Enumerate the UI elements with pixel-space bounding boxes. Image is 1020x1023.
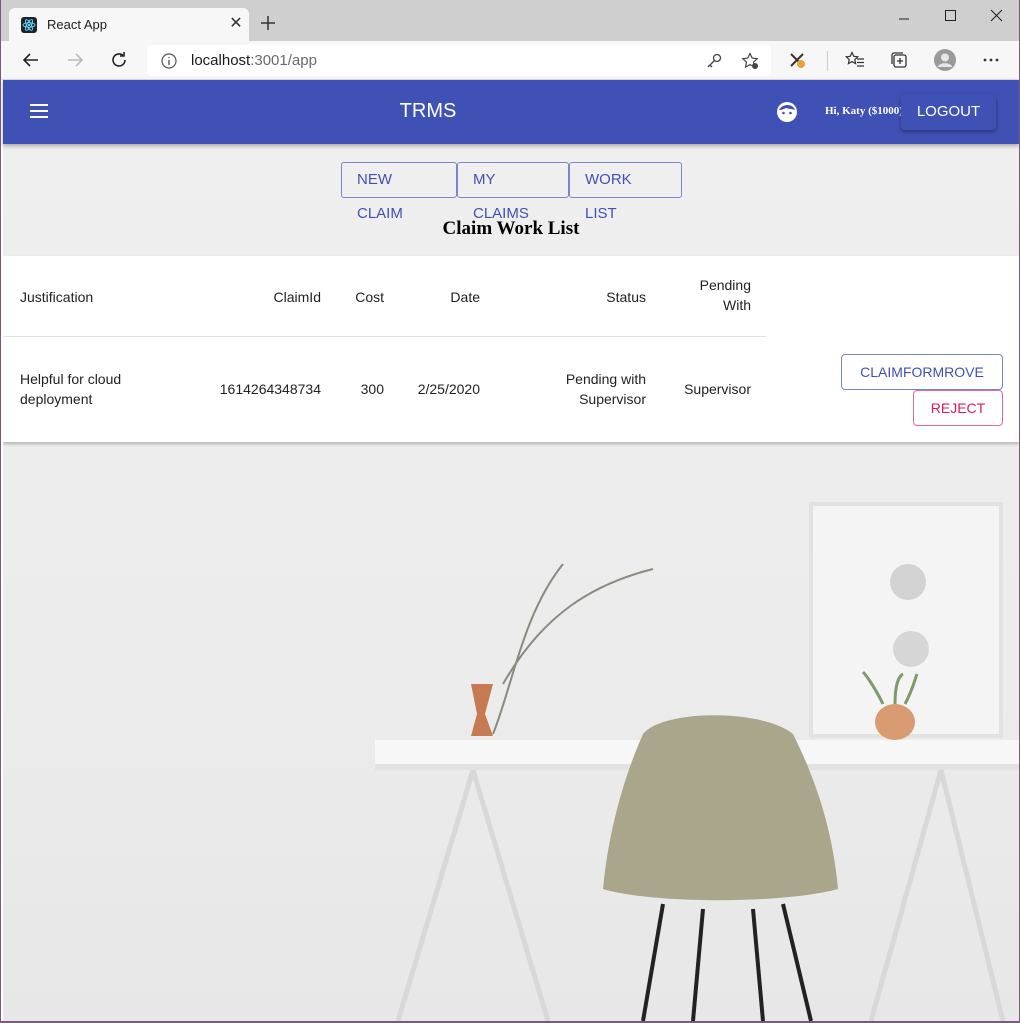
favorites-icon[interactable] (844, 50, 865, 70)
hamburger-menu-icon[interactable] (29, 102, 49, 120)
cell-status-line2: Supervisor (579, 391, 646, 407)
browser-window: React App ✕ localhost:3001/app TRMS Hi, … (1, 0, 1019, 1021)
minimize-icon[interactable] (881, 4, 927, 28)
column-header-pending-line1: Pending (699, 277, 751, 293)
cell-status: Pending with Supervisor (533, 369, 646, 409)
react-logo-icon (21, 17, 37, 33)
cell-status-line1: Pending with (565, 371, 646, 387)
tab-title: React App (47, 17, 107, 32)
reject-claim-button[interactable]: REJECT (913, 390, 1003, 426)
page-content: NEW CLAIM MY CLAIMS WORK LIST Claim Work… (3, 144, 1019, 1021)
column-header-cost: Cost (355, 289, 384, 305)
extension-icon[interactable] (787, 50, 807, 70)
key-icon[interactable] (705, 52, 723, 70)
cell-cost: 300 (360, 381, 384, 397)
cell-justification: Helpful for cloud deployment (20, 369, 121, 409)
my-claims-button[interactable]: MY CLAIMS (457, 162, 569, 222)
tab-close-icon[interactable]: ✕ (227, 15, 245, 33)
url-text[interactable]: localhost:3001/app (191, 52, 317, 69)
browser-tab[interactable]: React App ✕ (9, 8, 249, 41)
new-tab-icon[interactable] (257, 12, 279, 34)
cell-justification-line2: deployment (20, 391, 93, 407)
tab-bar: React App ✕ (1, 0, 1019, 41)
user-greeting: Hi, Katy ($1000) (825, 105, 903, 117)
claims-table: Justification ClaimId Cost Date Status P… (3, 256, 1019, 442)
add-favorite-icon[interactable] (741, 52, 759, 70)
maximize-icon[interactable] (927, 4, 973, 28)
nav-button-group: NEW CLAIM MY CLAIMS WORK LIST (341, 162, 682, 222)
page-title: Claim Work List (442, 218, 580, 239)
profile-avatar[interactable] (933, 48, 957, 72)
forward-icon[interactable] (65, 50, 85, 70)
column-header-date: Date (450, 289, 480, 305)
column-header-justification: Justification (20, 289, 94, 305)
cell-justification-line1: Helpful for cloud (20, 371, 122, 387)
column-header-pending-line2: With (723, 297, 751, 313)
cell-claimid: 1614264348734 (219, 381, 321, 397)
browser-toolbar: localhost:3001/app (1, 41, 1019, 80)
url-path: :3001/app (250, 52, 317, 69)
info-icon[interactable] (161, 53, 177, 69)
back-icon[interactable] (21, 50, 41, 70)
header-divider (3, 336, 766, 337)
collections-icon[interactable] (889, 50, 909, 70)
app-title: TRMS (399, 100, 457, 122)
cell-pending-with: Supervisor (684, 381, 751, 397)
column-header-status: Status (606, 289, 646, 305)
url-host: localhost (191, 52, 251, 69)
refresh-icon[interactable] (109, 50, 129, 70)
work-list-button[interactable]: WORK LIST (569, 162, 682, 222)
app-header: TRMS Hi, Katy ($1000) LOGOUT (3, 80, 1019, 144)
user-face-icon[interactable] (776, 101, 798, 123)
window-close-icon[interactable] (973, 4, 1019, 28)
toolbar-separator (827, 51, 828, 71)
more-options-icon[interactable] (981, 50, 1001, 70)
new-claim-button[interactable]: NEW CLAIM (341, 162, 457, 222)
column-header-pending-with: Pending With (663, 275, 751, 315)
cell-date: 2/25/2020 (417, 381, 480, 397)
address-bar[interactable]: localhost:3001/app (147, 45, 771, 76)
logout-button[interactable]: LOGOUT (901, 94, 996, 130)
approve-claim-button[interactable]: CLAIMFORMROVE (841, 354, 1003, 390)
column-header-claimid: ClaimId (273, 289, 321, 305)
